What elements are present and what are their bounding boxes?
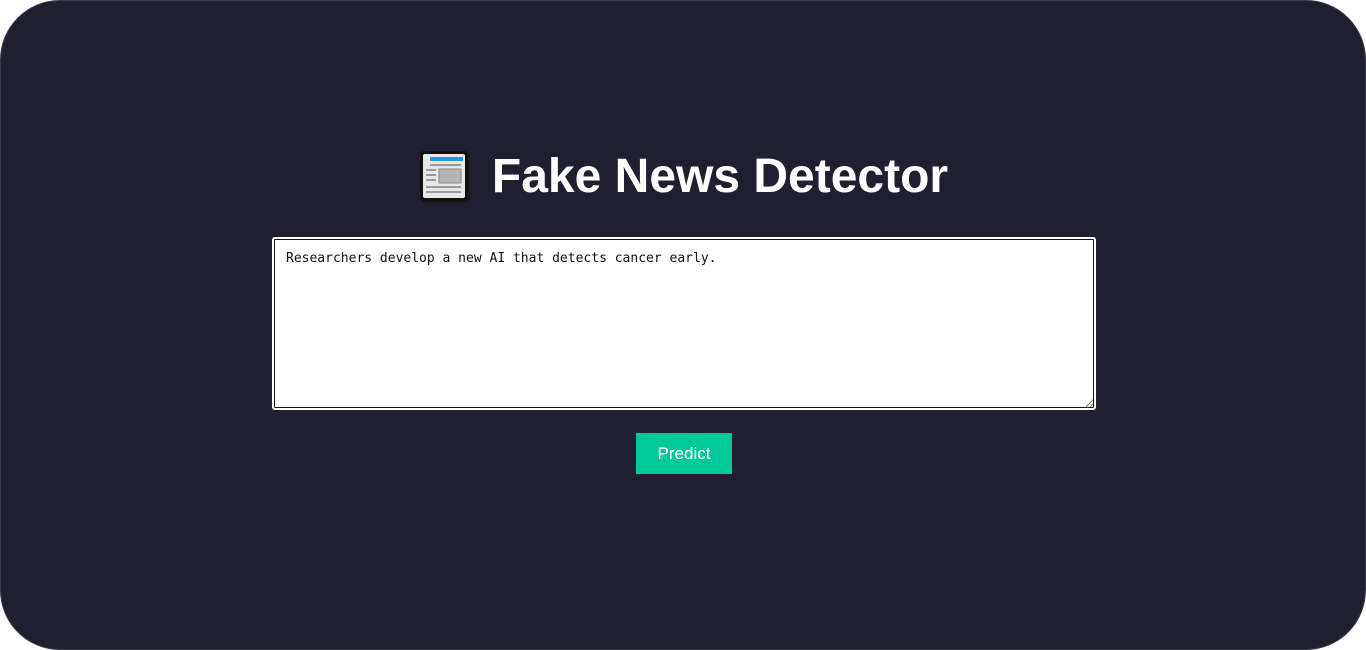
page-title: Fake News Detector: [491, 150, 949, 203]
news-text-input[interactable]: Researchers develop a new AI that detect…: [272, 237, 1096, 410]
page-header: Fake News Detector: [1, 145, 1365, 209]
newspaper-icon: [419, 151, 470, 203]
news-input-container: Researchers develop a new AI that detect…: [272, 237, 1096, 410]
app-window: Fake News Detector Researchers develop a…: [0, 0, 1366, 650]
predict-button[interactable]: Predict: [636, 433, 732, 474]
